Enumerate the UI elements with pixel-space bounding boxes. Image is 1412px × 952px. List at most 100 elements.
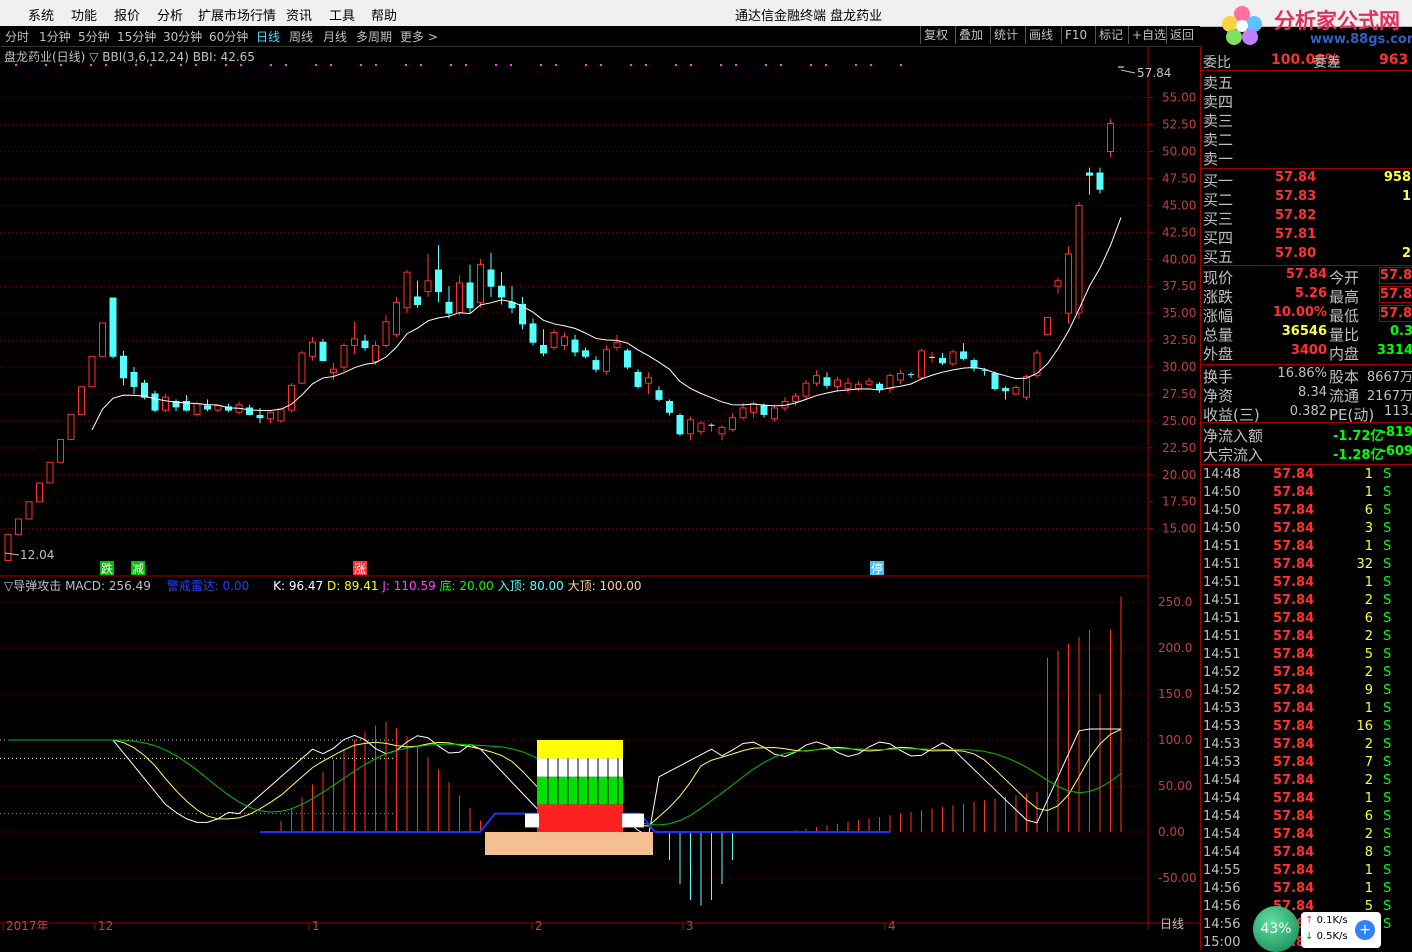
signal-dot	[465, 64, 467, 66]
stat-value: 8667万	[1366, 370, 1412, 385]
flow-label: 净流入额	[1203, 427, 1264, 445]
tick-volume: 6	[1364, 809, 1373, 824]
period-tab[interactable]: 多周期	[356, 28, 392, 45]
candle-body	[214, 405, 222, 411]
toolbar-button[interactable]: 复权	[920, 26, 951, 44]
toolbar-button-back[interactable]: 返回	[1166, 26, 1197, 44]
y-tick-label: 22.50	[1162, 441, 1196, 455]
menu-help[interactable]: 帮助	[371, 5, 397, 24]
y-tick-label: -50.00	[1158, 871, 1197, 885]
main-chart-header: 盘龙药业(日线) ▽ BBI(3,6,12,24) BBI: 42.65	[4, 48, 255, 65]
period-tab[interactable]: 30分钟	[163, 28, 202, 45]
candle-body	[750, 403, 757, 413]
tick-price: 57.84	[1273, 755, 1315, 770]
candle-body	[1023, 376, 1030, 398]
candle-body	[151, 393, 159, 411]
stat-value: 2167万	[1366, 389, 1412, 404]
x-axis-period-label: 日线	[1160, 917, 1184, 930]
candle-body	[1044, 316, 1051, 336]
period-tab[interactable]: 1分钟	[39, 28, 71, 45]
candle-body	[330, 368, 337, 373]
bbi-value: BBI: 42.65	[192, 50, 255, 64]
tick-time: 14:51	[1203, 611, 1241, 626]
alert-value: 警戒雷达: 0.00	[166, 579, 250, 593]
bid-volume: 958	[1383, 170, 1411, 185]
bid-price: 57.83	[1275, 189, 1317, 204]
candle-body	[477, 264, 484, 303]
period-tab[interactable]: 60分钟	[209, 28, 248, 45]
stat-label: 量比	[1329, 326, 1360, 344]
signal-dot	[315, 64, 317, 66]
candle-body	[1107, 122, 1114, 152]
candle-body	[88, 355, 96, 388]
bid-row-label: 买二	[1203, 191, 1234, 209]
stat-value: 0.3	[1389, 324, 1412, 339]
toolbar-button[interactable]: 叠加	[955, 26, 986, 44]
network-progress: 43%	[1253, 906, 1299, 952]
menu-function[interactable]: 功能	[71, 5, 97, 24]
bid-volume: 2	[1401, 246, 1411, 261]
missile-fin-right	[622, 813, 644, 828]
stat-value: 0.382	[1289, 404, 1327, 419]
candle-body	[414, 296, 421, 306]
entry-value: 入顶: 80.00	[497, 579, 564, 593]
period-tab[interactable]: 5分钟	[78, 28, 110, 45]
period-tab-more[interactable]: 更多 >	[400, 28, 438, 45]
toolbar-button[interactable]: +自选	[1128, 26, 1169, 44]
stat-label: 总量	[1203, 326, 1234, 344]
menu-system[interactable]: 系统	[28, 5, 54, 24]
period-tab[interactable]: 周线	[289, 28, 313, 45]
menu-news[interactable]: 资讯	[286, 5, 312, 24]
candle-body	[4, 534, 12, 562]
candle-body	[36, 482, 43, 503]
candle-body	[382, 321, 390, 346]
divider	[1201, 364, 1412, 365]
period-tab[interactable]: 分时	[5, 28, 29, 45]
ask-row-label: 卖三	[1203, 112, 1234, 130]
status-bar	[0, 930, 1200, 950]
candle-body	[718, 426, 726, 435]
y-tick-label: 47.50	[1162, 171, 1196, 185]
tick-time: 14:51	[1203, 647, 1241, 662]
kline-chart[interactable]: 55.0052.5050.0047.5045.0042.5040.0037.50…	[0, 46, 1200, 930]
menu-extended-market[interactable]: 扩展市场行情	[198, 5, 276, 24]
plus-icon[interactable]: +	[1355, 920, 1375, 940]
menu-analysis[interactable]: 分析	[157, 5, 183, 24]
toolbar-button[interactable]: 画线	[1025, 26, 1056, 44]
stat-label: 流通	[1329, 387, 1360, 405]
y-tick-label: 42.50	[1162, 225, 1196, 239]
period-tab-daily[interactable]: 日线	[256, 28, 280, 45]
period-tab[interactable]: 月线	[323, 28, 347, 45]
period-tab[interactable]: 15分钟	[117, 28, 156, 45]
stat-label: 净资	[1203, 387, 1234, 405]
candle-body	[393, 301, 400, 336]
toolbar-button[interactable]: 统计	[990, 26, 1021, 44]
candle-body	[991, 372, 999, 390]
signal-dot	[510, 64, 512, 66]
tick-side: S	[1383, 755, 1392, 770]
y-tick-label: 50.00	[1162, 144, 1196, 158]
flow-label: 大宗流入	[1203, 446, 1264, 464]
tick-price: 57.84	[1273, 665, 1315, 680]
y-tick-label: 27.50	[1162, 387, 1196, 401]
candle-body	[865, 380, 873, 385]
bid-row-label: 买三	[1203, 210, 1234, 228]
candle-body	[918, 350, 925, 379]
tick-volume: 2	[1364, 665, 1373, 680]
app-title: 通达信金融终端 盘龙药业	[735, 9, 883, 24]
tick-side: S	[1383, 791, 1392, 806]
x-tick-label: 2	[535, 919, 543, 930]
candle-body	[550, 332, 558, 349]
tick-side: S	[1383, 521, 1392, 536]
candle-body	[739, 407, 747, 419]
tick-time: 14:54	[1203, 773, 1241, 788]
candle-body	[634, 371, 642, 387]
candle-body	[162, 396, 169, 411]
toolbar-button[interactable]: F10	[1061, 26, 1090, 44]
menu-quote[interactable]: 报价	[114, 5, 140, 24]
menu-tools[interactable]: 工具	[329, 5, 355, 24]
signal-label: 涨	[354, 561, 366, 576]
toolbar-button[interactable]: 标记	[1095, 26, 1126, 44]
candle-body	[823, 377, 831, 386]
candle-body	[1075, 204, 1083, 314]
